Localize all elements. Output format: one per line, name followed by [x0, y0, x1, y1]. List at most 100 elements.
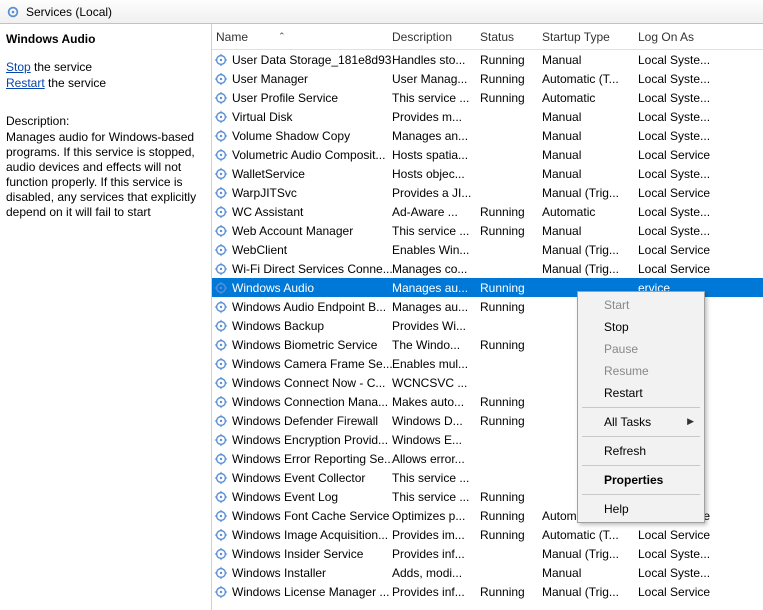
table-row[interactable]: WalletServiceHosts objec...ManualLocal S…	[212, 164, 763, 183]
table-row[interactable]: User Profile ServiceThis service ...Runn…	[212, 88, 763, 107]
service-gear-icon	[214, 224, 228, 238]
service-name: WarpJITSvc	[232, 186, 297, 200]
table-row[interactable]: Windows License Manager ...Provides inf.…	[212, 582, 763, 601]
service-desc: Provides Wi...	[392, 319, 480, 333]
service-status: Running	[480, 490, 542, 504]
service-startup: Automatic	[542, 205, 638, 219]
ctx-stop[interactable]: Stop	[580, 316, 702, 338]
service-desc: Ad-Aware ...	[392, 205, 480, 219]
table-row[interactable]: Windows Insider ServiceProvides inf...Ma…	[212, 544, 763, 563]
service-logon: Local Syste...	[638, 72, 763, 86]
service-desc: Enables Win...	[392, 243, 480, 257]
service-desc: Manages an...	[392, 129, 480, 143]
table-row[interactable]: Web Account ManagerThis service ...Runni…	[212, 221, 763, 240]
service-desc: The Windo...	[392, 338, 480, 352]
service-name: WebClient	[232, 243, 287, 257]
services-icon	[6, 5, 20, 19]
service-gear-icon	[214, 414, 228, 428]
service-name: Virtual Disk	[232, 110, 292, 124]
service-status: Running	[480, 395, 542, 409]
service-name: Windows Font Cache Service	[232, 509, 389, 523]
col-status[interactable]: Status	[480, 30, 542, 44]
service-desc: Hosts spatia...	[392, 148, 480, 162]
service-gear-icon	[214, 395, 228, 409]
submenu-arrow-icon: ▶	[687, 416, 694, 427]
service-gear-icon	[214, 110, 228, 124]
service-gear-icon	[214, 72, 228, 86]
service-gear-icon	[214, 357, 228, 371]
col-startup-type[interactable]: Startup Type	[542, 30, 638, 44]
service-startup: Manual (Trig...	[542, 186, 638, 200]
table-row[interactable]: Wi-Fi Direct Services Conne...Manages co…	[212, 259, 763, 278]
service-gear-icon	[214, 243, 228, 257]
ctx-sep	[582, 436, 700, 437]
service-logon: Local Syste...	[638, 167, 763, 181]
service-status: Running	[480, 300, 542, 314]
service-name: User Profile Service	[232, 91, 338, 105]
service-gear-icon	[214, 319, 228, 333]
service-status: Running	[480, 72, 542, 86]
stop-service-link[interactable]: Stop	[6, 60, 31, 74]
service-name: Windows Defender Firewall	[232, 414, 378, 428]
service-desc: Windows E...	[392, 433, 480, 447]
service-name: Volumetric Audio Composit...	[232, 148, 385, 162]
service-status: Running	[480, 224, 542, 238]
ctx-alltasks[interactable]: All Tasks ▶	[580, 411, 702, 433]
table-row[interactable]: Windows InstallerAdds, modi...ManualLoca…	[212, 563, 763, 582]
service-status: Running	[480, 91, 542, 105]
table-row[interactable]: WC Assistant Ad-Aware ...RunningAutomatic…	[212, 202, 763, 221]
service-name: Windows Event Log	[232, 490, 338, 504]
service-name: WalletService	[232, 167, 305, 181]
restart-service-link[interactable]: Restart	[6, 76, 45, 90]
service-logon: Local Service	[638, 186, 763, 200]
col-name[interactable]: Name ⌃	[212, 30, 392, 44]
ctx-refresh[interactable]: Refresh	[580, 440, 702, 462]
service-name: Windows Insider Service	[232, 547, 363, 561]
table-row[interactable]: Volumetric Audio Composit... Hosts spatia…	[212, 145, 763, 164]
service-name: WC Assistant	[232, 205, 303, 219]
ctx-restart[interactable]: Restart	[580, 382, 702, 404]
service-desc: Enables mul...	[392, 357, 480, 371]
col-logon-as[interactable]: Log On As	[638, 30, 763, 44]
service-logon: Local Service	[638, 528, 763, 542]
service-name: Windows Image Acquisition...	[232, 528, 388, 542]
table-row[interactable]: User Data Storage_181e8d93Handles sto...…	[212, 50, 763, 69]
service-name: Windows Event Collector	[232, 471, 365, 485]
table-row[interactable]: WebClient Enables Win... Manual (Trig...Lo…	[212, 240, 763, 259]
column-headers[interactable]: Name ⌃ Description Status Startup Type L…	[212, 24, 763, 50]
service-name: Windows Audio	[232, 281, 314, 295]
service-desc: Hosts objec...	[392, 167, 480, 181]
service-desc: Provides inf...	[392, 547, 480, 561]
service-status: Running	[480, 509, 542, 523]
service-desc: WCNCSVC ...	[392, 376, 480, 390]
service-status: Running	[480, 205, 542, 219]
service-logon: Local Service	[638, 262, 763, 276]
table-row[interactable]: Virtual DiskProvides m...ManualLocal Sys…	[212, 107, 763, 126]
context-menu: Start Stop Pause Resume Restart All Task…	[577, 291, 705, 523]
stop-suffix: the service	[31, 60, 92, 74]
service-startup: Manual (Trig...	[542, 243, 638, 257]
table-row[interactable]: Windows Image Acquisition... Provides im.…	[212, 525, 763, 544]
col-description[interactable]: Description	[392, 30, 480, 44]
service-status: Running	[480, 528, 542, 542]
table-row[interactable]: User ManagerUser Manag...RunningAutomati…	[212, 69, 763, 88]
service-gear-icon	[214, 205, 228, 219]
service-logon: Local Service	[638, 243, 763, 257]
service-startup: Manual	[542, 129, 638, 143]
ctx-alltasks-label: All Tasks	[604, 415, 651, 429]
ctx-help[interactable]: Help	[580, 498, 702, 520]
service-startup: Manual (Trig...	[542, 585, 638, 599]
table-row[interactable]: WarpJITSvcProvides a JI...Manual (Trig..…	[212, 183, 763, 202]
service-startup: Manual	[542, 566, 638, 580]
service-status: Running	[480, 338, 542, 352]
details-pane: Windows Audio Stop the service Restart t…	[0, 24, 212, 610]
table-row[interactable]: Volume Shadow CopyManages an...ManualLoc…	[212, 126, 763, 145]
ctx-properties[interactable]: Properties	[580, 469, 702, 491]
titlebar-label: Services (Local)	[26, 5, 112, 19]
service-gear-icon	[214, 528, 228, 542]
service-desc: Provides im...	[392, 528, 480, 542]
service-gear-icon	[214, 566, 228, 580]
col-name-label: Name	[216, 30, 248, 44]
service-gear-icon	[214, 148, 228, 162]
service-gear-icon	[214, 509, 228, 523]
